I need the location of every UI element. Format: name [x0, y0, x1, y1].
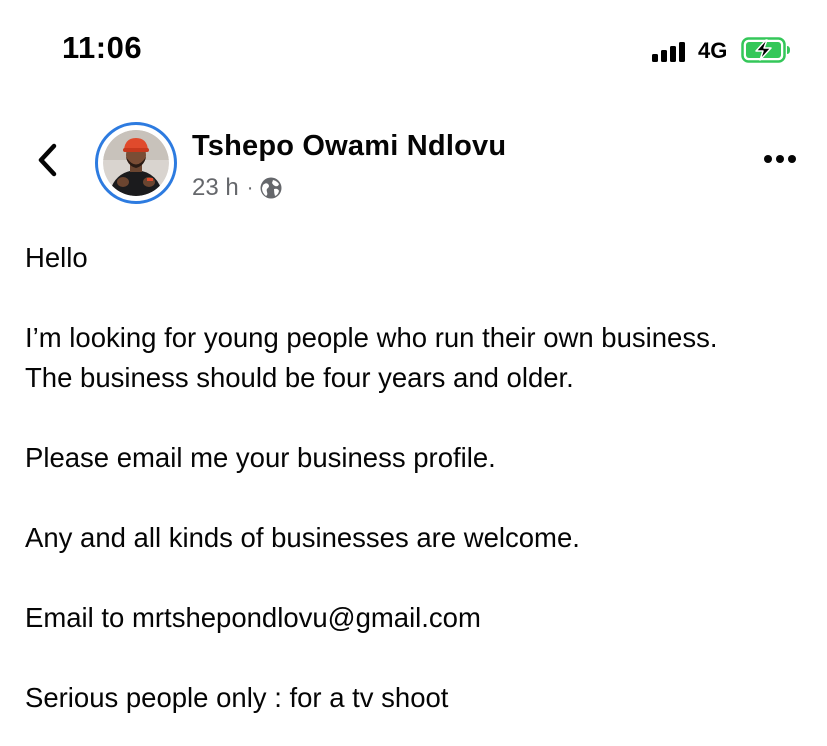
post-text-line: Please email me your business profile. [25, 442, 496, 473]
post-text-line: Serious people only : for a tv shoot [25, 682, 449, 713]
author-name[interactable]: Tshepo Owami Ndlovu [192, 130, 506, 163]
post-text-line: Hello [25, 242, 88, 273]
post-text-line-email: Email to mrtshepondlovu@gmail.com [25, 598, 820, 638]
network-type: 4G [698, 38, 728, 63]
status-bar: 11:06 4G [0, 0, 827, 100]
battery-charging-icon [741, 37, 790, 63]
email-prefix: Email to [25, 602, 132, 633]
post-meta: 23 h · [192, 173, 283, 203]
avatar[interactable] [103, 130, 169, 196]
globe-icon[interactable] [259, 176, 283, 200]
post-text-line: I’m looking for young people who run the… [25, 322, 718, 353]
post-body: Hello I’m looking for young people who r… [25, 238, 820, 718]
post-text-line: Any and all kinds of businesses are welc… [25, 522, 580, 553]
meta-separator: · [246, 176, 254, 199]
more-horizontal-icon [764, 155, 772, 163]
status-time: 11:06 [62, 30, 143, 65]
chevron-left-icon[interactable] [32, 140, 64, 180]
more-options-button[interactable] [760, 150, 800, 170]
post-timestamp[interactable]: 23 h [192, 174, 239, 202]
signal-strength-icon [652, 40, 688, 62]
avatar-story-ring[interactable] [95, 122, 177, 204]
post-text-line: The business should be four years and ol… [25, 362, 574, 393]
email-link[interactable]: mrtshepondlovu@gmail.com [132, 602, 481, 633]
